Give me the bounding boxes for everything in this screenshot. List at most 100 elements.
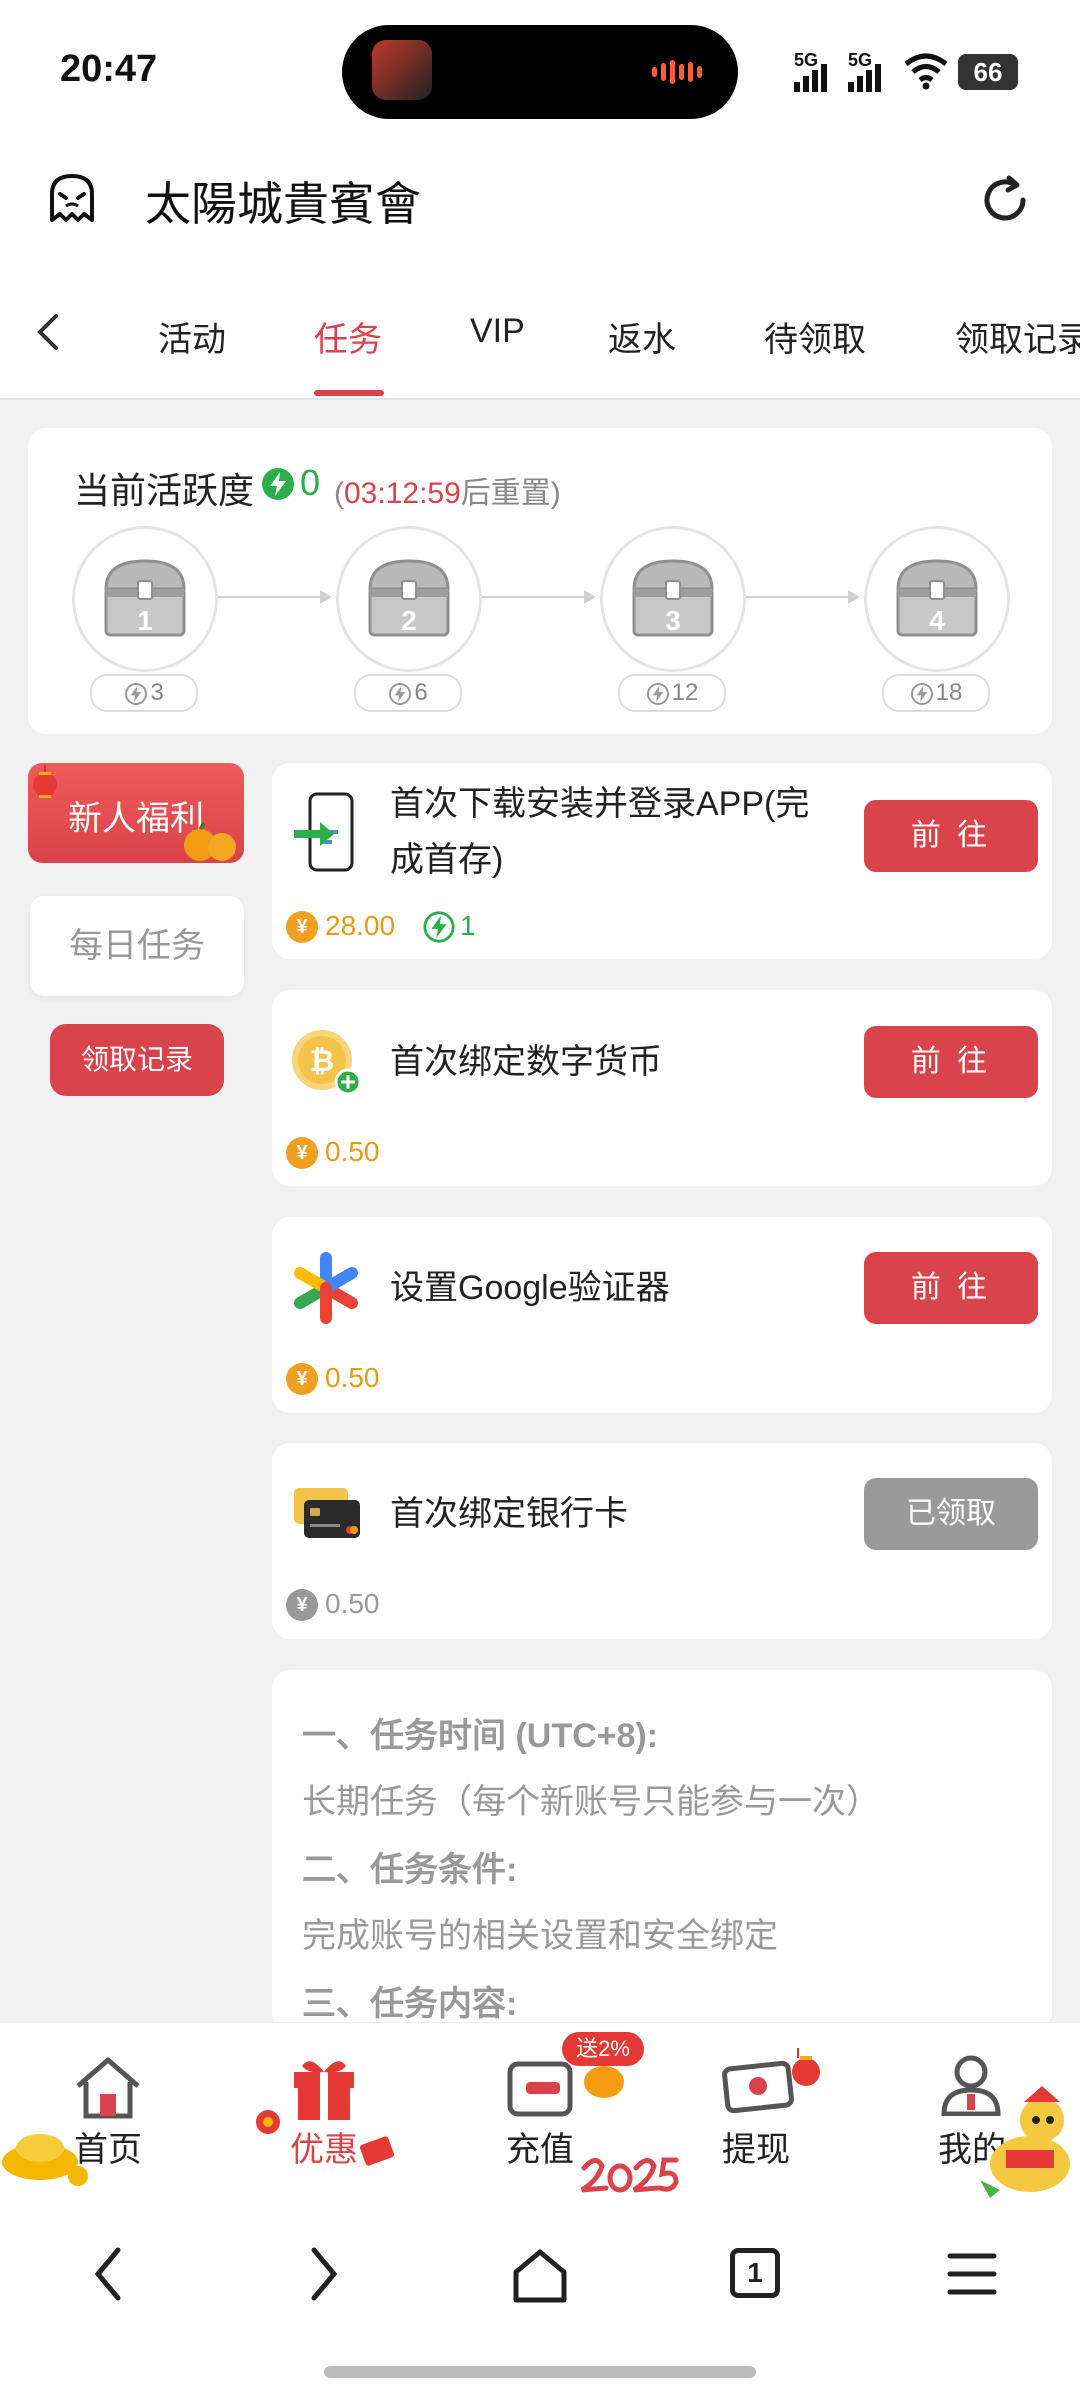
sidebar-newbie-bonus[interactable]: 新人福利 <box>28 763 244 863</box>
progress-arrow <box>218 596 322 598</box>
lightning-icon <box>910 682 933 705</box>
lightning-icon <box>646 682 669 705</box>
treasure-chest-1[interactable]: 1 <box>72 526 218 672</box>
task-activity-points: 1 <box>460 910 476 941</box>
lightning-icon <box>423 911 455 943</box>
orange-fruit-icon <box>184 822 236 861</box>
treasure-chest-4[interactable]: 4 <box>864 526 1010 672</box>
treasure-chest-2[interactable]: 2 <box>336 526 482 672</box>
nav-withdraw-label[interactable]: 提现 <box>696 2122 816 2171</box>
ghost-logo-icon[interactable] <box>44 170 100 226</box>
claim-record-button[interactable]: 领取记录 <box>50 1024 224 1096</box>
active-tab-indicator <box>314 390 384 396</box>
home-indicator <box>324 2366 756 2378</box>
progress-arrow <box>746 596 850 598</box>
claimed-button[interactable]: 已领取 <box>864 1478 1038 1550</box>
rule-heading: 一、任务时间 (UTC+8): <box>302 1717 659 1755</box>
treasure-chest-3[interactable]: 3 <box>600 526 746 672</box>
reset-countdown: (03:12:59后重置) <box>334 468 561 512</box>
tab-vip[interactable]: VIP <box>470 312 525 351</box>
wallet-icon[interactable] <box>506 2056 576 2120</box>
tab-pending[interactable]: 待领取 <box>764 312 866 361</box>
chest-number: 4 <box>929 605 945 636</box>
tab-activity[interactable]: 活动 <box>158 312 226 361</box>
menu-icon[interactable] <box>946 2250 998 2298</box>
task-reward: 0.50 <box>325 1588 380 1619</box>
page-title: 太陽城貴賓會 <box>145 178 421 230</box>
rule-text: 完成账号的相关设置和安全绑定 <box>302 1917 778 1955</box>
wifi-icon <box>904 53 948 90</box>
status-time: 20:47 <box>60 48 158 90</box>
rule-heading: 二、任务条件: <box>302 1851 518 1889</box>
task-reward: 0.50 <box>325 1136 380 1167</box>
lightning-icon <box>262 468 294 500</box>
chest-number: 1 <box>137 605 153 636</box>
bank-card-icon <box>294 1488 360 1538</box>
tab-claim-history[interactable]: 领取记录 <box>955 312 1080 361</box>
chest-cost-pill: 18 <box>882 674 990 712</box>
media-thumbnail <box>372 40 432 100</box>
snake-mascot-icon <box>980 2086 1070 2198</box>
chest-cost: 18 <box>935 679 963 706</box>
task-reward: 0.50 <box>325 1362 380 1393</box>
progress-arrow <box>482 596 586 598</box>
signal-icon-2 <box>848 64 881 92</box>
battery-indicator: 66 <box>958 54 1018 90</box>
google-authenticator-icon <box>294 1252 358 1324</box>
tab-tasks[interactable]: 任务 <box>314 312 382 361</box>
lightning-icon <box>389 682 412 705</box>
rule-heading: 三、任务内容: <box>302 1985 518 2023</box>
go-button[interactable]: 前 往 <box>864 1026 1038 1098</box>
chest-cost: 3 <box>150 679 164 706</box>
home-icon[interactable] <box>70 2054 146 2122</box>
year-2025-decoration-icon <box>580 2157 679 2193</box>
back-icon[interactable] <box>88 2244 128 2304</box>
reset-time: 03:12:59 <box>344 477 461 510</box>
chevron-left-icon[interactable] <box>30 312 66 352</box>
coin-icon: ¥ <box>286 911 318 943</box>
coin-decoration-icon <box>584 2066 624 2098</box>
reset-text: 后重置) <box>460 477 561 510</box>
nav-home-label[interactable]: 首页 <box>48 2122 168 2171</box>
task-reward: 28.00 <box>325 910 396 941</box>
chest-cost-pill: 12 <box>618 674 726 712</box>
nav-promo-label[interactable]: 优惠 <box>264 2122 384 2171</box>
home-page-icon[interactable] <box>510 2246 570 2306</box>
forward-icon[interactable] <box>304 2244 344 2304</box>
arrow-head <box>848 590 860 604</box>
lightning-icon <box>125 682 148 705</box>
chest-number: 2 <box>401 605 417 636</box>
go-button[interactable]: 前 往 <box>864 1252 1038 1324</box>
coin-icon: ¥ <box>286 1363 318 1395</box>
chest-number: 3 <box>665 605 681 636</box>
task-title: 首次绑定银行卡 <box>390 1495 628 1533</box>
rule-text: 长期任务（每个新账号只能参与一次） <box>302 1783 880 1821</box>
task-title: 首次下载安装并登录APP(完成首存) <box>390 785 810 879</box>
chest-cost-pill: 3 <box>90 674 198 712</box>
chest-cost-pill: 6 <box>354 674 462 712</box>
signal-icon-1 <box>794 64 827 92</box>
sidebar-daily-tasks[interactable]: 每日任务 <box>30 896 244 996</box>
arrow-head <box>320 590 332 604</box>
audio-wave-icon <box>652 60 712 84</box>
task-title: 首次绑定数字货币 <box>390 1043 662 1081</box>
phone-login-icon <box>294 792 354 872</box>
coin-icon: ¥ <box>286 1589 318 1621</box>
chest-cost: 6 <box>414 679 428 706</box>
refresh-icon[interactable] <box>975 170 1035 230</box>
activity-value: 0 <box>300 462 321 503</box>
coin-icon: ¥ <box>286 1137 318 1169</box>
lantern-icon <box>33 765 57 798</box>
activity-label: 当前活跃度 <box>74 470 255 511</box>
arrow-head <box>584 590 596 604</box>
bitcoin-icon: ₿ <box>292 1030 362 1096</box>
tab-rebate[interactable]: 返水 <box>608 312 676 361</box>
task-title: 设置Google验证器 <box>390 1269 670 1307</box>
chest-cost: 12 <box>671 679 699 706</box>
deposit-bonus-badge: 送2% <box>562 2032 644 2066</box>
svg-text:₿: ₿ <box>310 1044 334 1079</box>
withdraw-icon[interactable] <box>720 2044 830 2124</box>
tabs-count-button[interactable]: 1 <box>730 2248 780 2298</box>
go-button[interactable]: 前 往 <box>864 800 1038 872</box>
reset-open-paren: ( <box>334 477 344 510</box>
